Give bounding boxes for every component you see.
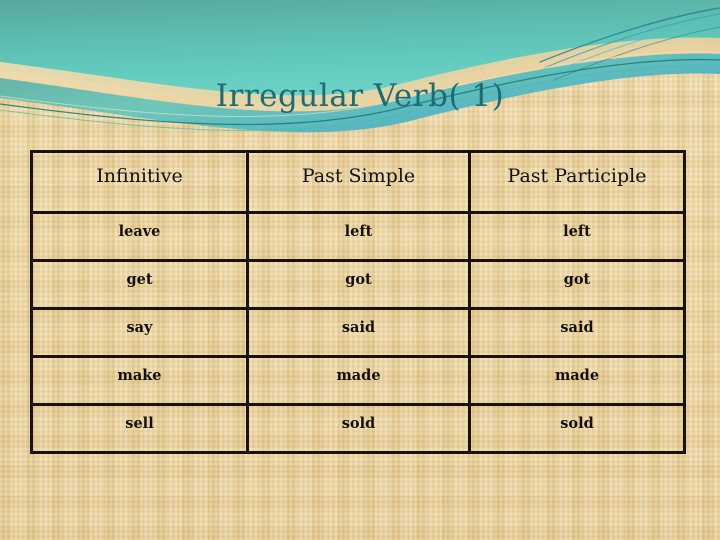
column-header-past-simple: Past Simple	[246, 150, 471, 214]
cell-infinitive: say	[30, 307, 249, 358]
cell-past-simple: made	[246, 355, 471, 406]
cell-past-participle: said	[468, 307, 686, 358]
table-header: Infinitive Past Simple Past Participle	[30, 150, 686, 214]
column-header-past-participle: Past Participle	[468, 150, 686, 214]
cell-infinitive: make	[30, 355, 249, 406]
table-row: make made made	[30, 355, 686, 406]
cell-past-participle: made	[468, 355, 686, 406]
cell-past-simple: got	[246, 259, 471, 310]
cell-infinitive: leave	[30, 211, 249, 262]
cell-past-simple: left	[246, 211, 471, 262]
irregular-verb-table: Infinitive Past Simple Past Participle l…	[30, 150, 686, 454]
accent-stripe-lines	[539, 7, 720, 81]
cell-past-participle: left	[468, 211, 686, 262]
table-row: leave left left	[30, 211, 686, 262]
slide-canvas: Irregular Verb( 1) Infinitive Past Simpl…	[0, 0, 720, 540]
table-body: leave left left get got got say said sai…	[30, 211, 686, 454]
table-header-row: Infinitive Past Simple Past Participle	[30, 150, 686, 214]
column-header-infinitive: Infinitive	[30, 150, 249, 214]
cell-past-participle: sold	[468, 403, 686, 454]
cell-past-simple: said	[246, 307, 471, 358]
table-row: say said said	[30, 307, 686, 358]
page-title: Irregular Verb( 1)	[215, 78, 505, 114]
cell-past-simple: sold	[246, 403, 471, 454]
cell-past-participle: got	[468, 259, 686, 310]
cell-infinitive: get	[30, 259, 249, 310]
table-row: get got got	[30, 259, 686, 310]
table-row: sell sold sold	[30, 403, 686, 454]
cell-infinitive: sell	[30, 403, 249, 454]
